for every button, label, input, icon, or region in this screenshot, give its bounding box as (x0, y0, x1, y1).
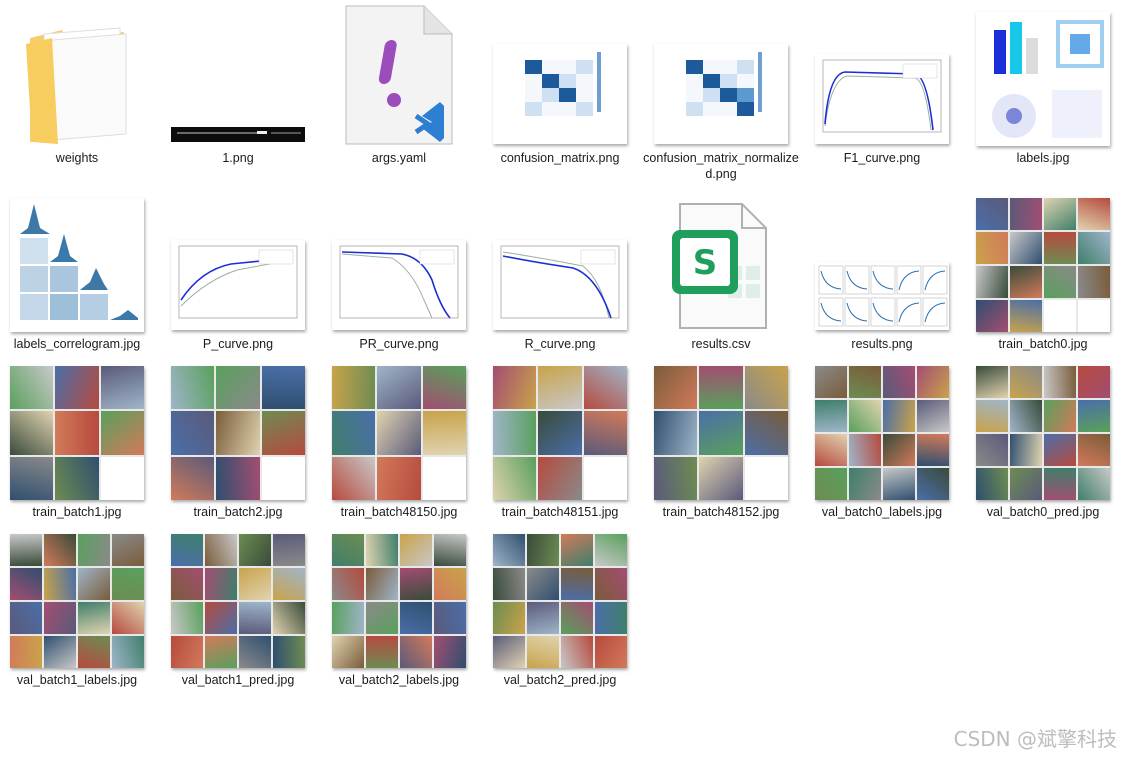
file-name-label: confusion_matrix_normalized.png (643, 151, 799, 181)
file-name-label: train_batch1.jpg (32, 505, 122, 519)
file-item[interactable]: Sresults.csv (646, 190, 796, 372)
photo-mosaic (332, 366, 466, 500)
file-name-label: val_batch2_labels.jpg (338, 673, 460, 687)
file-item[interactable]: train_batch48150.jpg (324, 358, 474, 540)
file-item[interactable]: labels_correlogram.jpg (2, 190, 152, 372)
batch-image-thumbnail (171, 366, 305, 500)
file-name-label: F1_curve.png (843, 151, 921, 165)
file-item[interactable]: R_curve.png (485, 190, 635, 372)
file-item[interactable]: val_batch0_labels.jpg (807, 358, 957, 540)
photo-mosaic (493, 366, 627, 500)
file-name-label: R_curve.png (524, 337, 596, 351)
file-name-label: PR_curve.png (359, 337, 439, 351)
batch-image-thumbnail (493, 366, 627, 500)
correlogram-thumbnail (10, 198, 144, 332)
batch-image-thumbnail (815, 366, 949, 500)
csv-file-icon: S (672, 203, 767, 329)
svg-text:S: S (693, 243, 718, 283)
file-name-label: results.csv (691, 337, 751, 351)
photo-mosaic (976, 366, 1110, 500)
file-name-label: val_batch2_pred.jpg (503, 673, 617, 687)
photo-mosaic (332, 534, 466, 668)
file-item[interactable]: confusion_matrix_normalized.png (643, 4, 799, 186)
curve-plot (500, 245, 620, 319)
curve-plot (339, 245, 459, 319)
folder-icon (26, 27, 127, 144)
pr-curve-thumbnail (332, 240, 466, 330)
file-item[interactable]: val_batch1_pred.jpg (163, 526, 313, 708)
results-thumbnail (815, 262, 949, 330)
file-item[interactable]: PR_curve.png (324, 190, 474, 372)
file-name-label: train_batch2.jpg (193, 505, 283, 519)
photo-mosaic (976, 198, 1110, 332)
batch-image-thumbnail (332, 366, 466, 500)
batch-image-thumbnail (654, 366, 788, 500)
file-item[interactable]: train_batch0.jpg (968, 190, 1118, 372)
batch-image-thumbnail (976, 198, 1110, 332)
file-name-label: weights (55, 151, 99, 165)
batch-image-thumbnail (976, 366, 1110, 500)
file-name-label: results.png (851, 337, 913, 351)
watermark: CSDN @斌擎科技 (953, 727, 1117, 751)
file-item[interactable]: confusion_matrix.png (485, 4, 635, 186)
file-name-label: P_curve.png (202, 337, 274, 351)
file-name-label: train_batch48151.jpg (501, 505, 619, 519)
batch-image-thumbnail (10, 366, 144, 500)
r-curve-thumbnail (493, 240, 627, 330)
file-item[interactable]: train_batch2.jpg (163, 358, 313, 540)
batch-image-thumbnail (332, 534, 466, 668)
file-item[interactable]: train_batch1.jpg (2, 358, 152, 540)
file-name-label: val_batch1_pred.jpg (181, 673, 295, 687)
photo-mosaic (493, 534, 627, 668)
file-name-label: labels_correlogram.jpg (13, 337, 141, 351)
photo-mosaic (10, 366, 144, 500)
photo-mosaic (171, 534, 305, 668)
file-name-label: val_batch1_labels.jpg (16, 673, 138, 687)
file-name-label: train_batch48150.jpg (340, 505, 458, 519)
batch-image-thumbnail (171, 534, 305, 668)
batch-image-thumbnail (493, 534, 627, 668)
photo-mosaic (654, 366, 788, 500)
confusion-matrix-thumbnail (493, 44, 627, 144)
file-item[interactable]: args.yaml (324, 4, 474, 186)
confusion-matrix-thumbnail (654, 44, 788, 144)
photo-mosaic (171, 366, 305, 500)
file-item[interactable]: val_batch0_pred.jpg (968, 358, 1118, 540)
file-item[interactable]: train_batch48151.jpg (485, 358, 635, 540)
batch-image-thumbnail (10, 534, 144, 668)
file-item[interactable]: labels.jpg (968, 4, 1118, 186)
labels-thumbnail (976, 12, 1110, 146)
file-item[interactable]: val_batch2_pred.jpg (485, 526, 635, 708)
file-item[interactable]: results.png (807, 190, 957, 372)
file-name-label: args.yaml (371, 151, 427, 165)
file-item[interactable]: P_curve.png (163, 190, 313, 372)
p-curve-thumbnail (171, 240, 305, 330)
photo-mosaic (815, 366, 949, 500)
file-name-label: 1.png (222, 151, 254, 165)
file-name-label: val_batch0_labels.jpg (821, 505, 943, 519)
file-item[interactable]: val_batch1_labels.jpg (2, 526, 152, 708)
f1-curve-thumbnail (815, 54, 949, 144)
file-name-label: train_batch0.jpg (998, 337, 1088, 351)
file-item[interactable]: F1_curve.png (807, 4, 957, 186)
file-name-label: train_batch48152.jpg (662, 505, 780, 519)
file-name-label: labels.jpg (1016, 151, 1070, 165)
file-item[interactable]: weights (2, 4, 152, 186)
file-item[interactable]: train_batch48152.jpg (646, 358, 796, 540)
photo-mosaic (10, 534, 144, 668)
file-name-label: confusion_matrix.png (500, 151, 620, 165)
file-name-label: val_batch0_pred.jpg (986, 505, 1100, 519)
curve-plot (178, 245, 298, 319)
yaml-file-icon (345, 5, 453, 145)
terminal-thumbnail (171, 127, 305, 142)
file-item[interactable]: val_batch2_labels.jpg (324, 526, 474, 708)
file-item[interactable]: 1.png (163, 4, 313, 186)
curve-plot (822, 59, 942, 133)
